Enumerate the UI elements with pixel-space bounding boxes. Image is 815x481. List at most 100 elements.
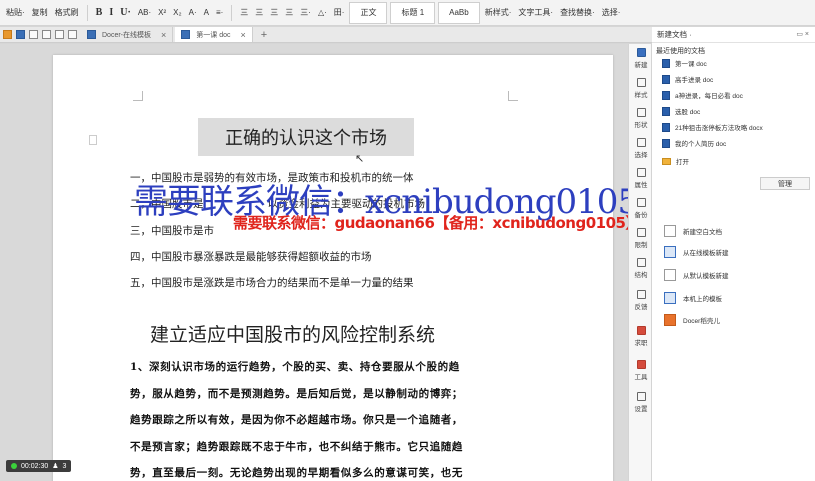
body-line[interactable]: 四，中国股市暴涨暴跌是最能够获得超额收益的市场 xyxy=(130,249,372,264)
font-color-button[interactable]: A xyxy=(202,8,211,17)
mouse-cursor-icon: ↖ xyxy=(355,153,365,165)
select-button[interactable]: 选择· xyxy=(600,7,623,18)
toolbox-icon xyxy=(636,360,646,369)
recent-docs-label: 最近使用的文档 xyxy=(656,48,705,55)
align-left-button[interactable]: 三 xyxy=(238,7,250,18)
tool-restrict[interactable]: 限制 xyxy=(629,228,653,252)
subscript-button[interactable]: X₂ xyxy=(171,8,183,17)
new-style-button[interactable]: 新样式· xyxy=(483,7,514,18)
tool-tools[interactable]: 工具 xyxy=(629,360,653,384)
tool-label: 备份 xyxy=(634,212,648,219)
tool-label: 限制 xyxy=(634,242,648,249)
italic-button[interactable]: I xyxy=(107,7,115,18)
recent-doc-item[interactable]: 21种狙击涨停板方法攻略 docx xyxy=(662,120,763,134)
style-normal[interactable]: 正文 xyxy=(349,1,388,24)
panel-close-icon[interactable]: ▭ × xyxy=(796,30,809,38)
format-painter-button[interactable]: 格式刷 xyxy=(53,7,81,18)
recent-doc-item[interactable]: 选股 doc xyxy=(662,104,700,118)
close-icon[interactable]: × xyxy=(241,30,246,40)
folder-icon[interactable] xyxy=(3,30,12,39)
document-canvas[interactable]: 正确的认识这个市场 ↖ 一，中国股市是弱势的有效市场，是政策市和投机市的统一体 … xyxy=(0,44,628,481)
style-heading1[interactable]: 标题 1 xyxy=(390,1,436,24)
recent-doc-name: 21种狙击涨停板方法攻略 docx xyxy=(675,125,763,132)
docer-link[interactable]: Docer稻壳儿 xyxy=(664,312,720,328)
underline-button[interactable]: U· xyxy=(118,7,133,18)
tool-label: 反馈 xyxy=(634,304,648,311)
bold-button[interactable]: B xyxy=(94,7,105,18)
paragraph-line[interactable]: 1、深刻认识市场的运行趋势，个股的买、卖、持仓要服从个股的趋 xyxy=(130,359,570,374)
new-blank-doc[interactable]: 新建空白文档 xyxy=(664,223,722,239)
tool-feedback[interactable]: 反馈 xyxy=(629,290,653,314)
new-from-online-template[interactable]: 从在线模板新建 xyxy=(664,244,729,260)
backup-icon xyxy=(636,198,646,207)
recording-dot-icon xyxy=(11,463,17,469)
tool-select[interactable]: 选择 xyxy=(629,138,653,162)
justify-button[interactable]: 三 xyxy=(283,7,295,18)
shading-button[interactable]: △· xyxy=(316,8,329,17)
text-tools-button[interactable]: 文字工具· xyxy=(516,7,555,18)
body-line[interactable]: 三，中国股市是市 xyxy=(130,223,214,238)
paragraph-line[interactable]: 不是预言家；趋势跟踪既不忠于牛市，也不纠结于熊市。它只追随趋 xyxy=(130,439,570,454)
recent-doc-item[interactable]: 高手进录 doc xyxy=(662,72,713,86)
align-right-button[interactable]: 三 xyxy=(268,7,280,18)
recent-doc-item[interactable]: 第一课 doc xyxy=(662,56,707,70)
paragraph-line[interactable]: 势，直至最后一刻。无论趋势出现的早期看似多么的意谋可笑，也无 xyxy=(130,465,570,480)
word-doc-icon xyxy=(662,74,670,84)
tool-settings[interactable]: 设置 xyxy=(629,392,653,416)
style-icon xyxy=(636,78,646,87)
watermark-contact-small: 需要联系微信：gudaonan66【备用：xcnibudong0105】 xyxy=(233,214,640,232)
new-from-default-template[interactable]: 从默认模板新建 xyxy=(664,267,729,283)
recent-doc-name: 第一课 doc xyxy=(675,61,707,68)
open-button[interactable]: 打开 xyxy=(662,154,689,168)
undo-icon[interactable] xyxy=(55,30,64,39)
heading-market[interactable]: 正确的认识这个市场 xyxy=(198,118,414,156)
local-templates[interactable]: 本机上的模板 xyxy=(664,290,722,306)
paragraph-button[interactable]: ≡· xyxy=(214,8,225,17)
tool-structure[interactable]: 结构 xyxy=(629,258,653,282)
word-doc-icon xyxy=(662,122,670,132)
strikethrough-button[interactable]: AB· xyxy=(136,8,153,17)
redo-icon[interactable] xyxy=(68,30,77,39)
superscript-button[interactable]: X² xyxy=(156,8,168,17)
line-spacing-button[interactable]: 三· xyxy=(298,7,313,18)
border-button[interactable]: 田· xyxy=(332,7,347,18)
tab-docer-templates[interactable]: Docer-在线模板 × xyxy=(81,27,174,42)
manage-button[interactable]: 管理 xyxy=(760,177,810,190)
paste-button[interactable]: 粘贴· xyxy=(4,7,27,18)
tool-label: 结构 xyxy=(634,272,648,279)
close-icon[interactable]: × xyxy=(161,30,166,40)
paragraph-line[interactable]: 势，服从趋势，而不是预测趋势。是后知后觉，是以静制动的博弈； xyxy=(130,386,570,401)
tool-label: 样式 xyxy=(634,92,648,99)
tool-label: 形状 xyxy=(634,122,648,129)
print-icon[interactable] xyxy=(29,30,38,39)
find-replace-button[interactable]: 查找替换· xyxy=(558,7,597,18)
word-doc-icon xyxy=(662,106,670,116)
panel-title[interactable]: 新建文档 · xyxy=(657,29,692,40)
tool-style[interactable]: 样式 xyxy=(629,78,653,102)
tab-lesson-one[interactable]: 第一课 doc × xyxy=(175,27,253,42)
right-tool-strip: 新建 样式 形状 选择 属性 备份 限制 结构 反馈 求职 工具 设置 xyxy=(628,44,652,481)
recent-doc-item[interactable]: 我的个人简历 doc xyxy=(662,136,726,150)
style-aabb[interactable]: AaBb xyxy=(438,1,480,24)
tool-new[interactable]: 新建 xyxy=(629,48,653,72)
tool-properties[interactable]: 属性 xyxy=(629,168,653,192)
body-line[interactable]: 五，中国股市是涨跌是市场合力的结果而不是单一力量的结果 xyxy=(130,275,414,290)
align-center-button[interactable]: 三 xyxy=(253,7,265,18)
paragraph-line[interactable]: 趋势跟踪之所以有效，是因为你不必超越市场。你只是一个追随者， xyxy=(130,412,570,427)
shape-icon xyxy=(636,108,646,117)
highlight-button[interactable]: A· xyxy=(187,8,199,17)
tool-label: 求职 xyxy=(634,340,648,347)
add-tab-icon[interactable]: + xyxy=(255,29,273,41)
panel-header: 新建文档 · ▭ × xyxy=(652,27,815,43)
recent-doc-item[interactable]: a神进录，每日必看 doc xyxy=(662,88,743,102)
tool-backup[interactable]: 备份 xyxy=(629,198,653,222)
tool-shape[interactable]: 形状 xyxy=(629,108,653,132)
copy-button[interactable]: 复制 xyxy=(30,7,50,18)
recent-doc-name: a神进录，每日必看 doc xyxy=(675,93,743,100)
save-icon[interactable] xyxy=(16,30,25,39)
heading-risk-control[interactable]: 建立适应中国股市的风险控制系统 xyxy=(150,320,435,347)
preview-icon[interactable] xyxy=(42,30,51,39)
tool-jobs[interactable]: 求职 xyxy=(629,326,653,350)
document-page[interactable]: 正确的认识这个市场 ↖ 一，中国股市是弱势的有效市场，是政策市和投机市的统一体 … xyxy=(53,55,613,481)
local-template-icon xyxy=(664,292,676,304)
